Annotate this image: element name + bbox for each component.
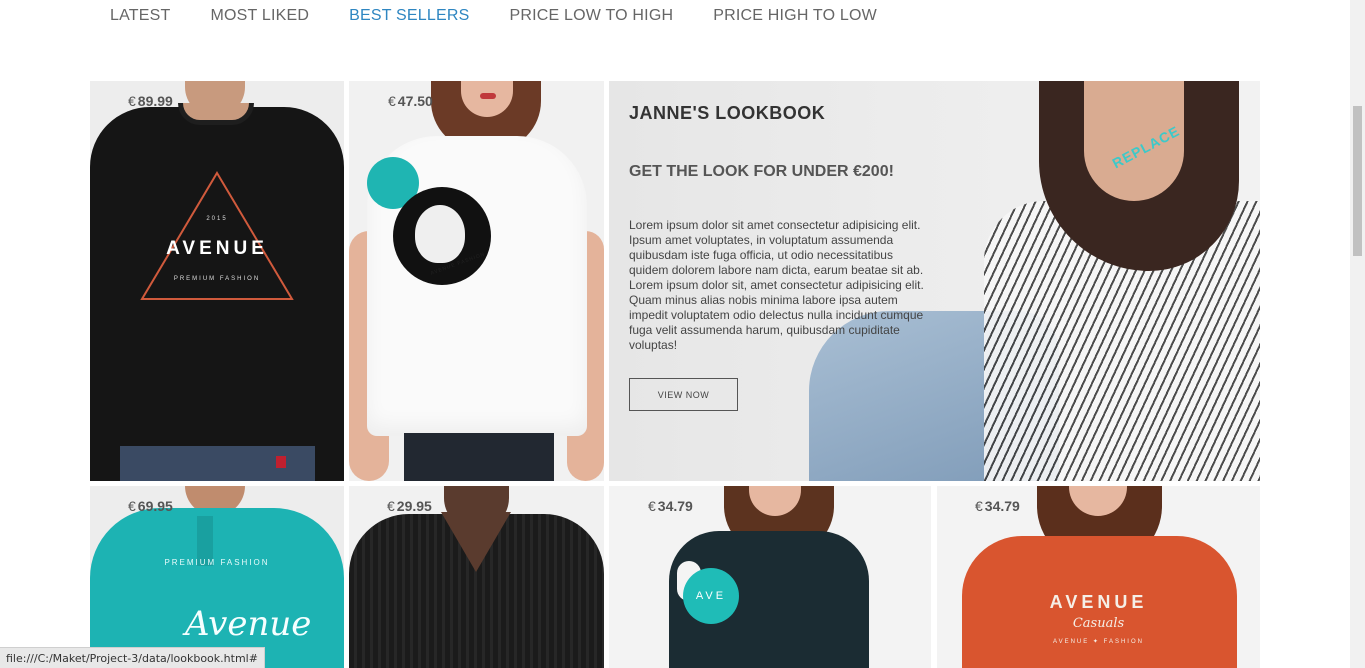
product-price: €69.95 [128, 498, 173, 514]
model-lips [480, 93, 496, 99]
print-year: 2015 [206, 216, 228, 222]
product-price: €29.95 [387, 498, 432, 514]
print-arc-text: PREMIUM FASHION [164, 558, 270, 567]
tab-best-sellers[interactable]: BEST SELLERS [349, 6, 469, 26]
product-card-black-sweater[interactable]: €29.95 [349, 486, 604, 668]
product-price: €34.79 [975, 498, 1020, 514]
sort-tabs: LATEST MOST LIKED BEST SELLERS PRICE LOW… [110, 6, 917, 26]
tab-latest[interactable]: LATEST [110, 6, 170, 26]
print-script: Casuals [1072, 616, 1125, 631]
print-brand: AVENUE [166, 238, 268, 259]
vertical-scrollbar[interactable] [1350, 0, 1365, 668]
product-card-orange-tee[interactable]: AVENUE Casuals AVENUE ✦ FASHION €34.79 [937, 486, 1260, 668]
product-price: €34.79 [648, 498, 693, 514]
print-subtitle: PREMIUM FASHION [173, 276, 261, 282]
print-subtitle: AVENUE ✦ FASHION [1053, 639, 1144, 645]
tab-price-low-to-high[interactable]: PRICE LOW TO HIGH [510, 6, 674, 26]
print-circle: AVE [683, 568, 739, 624]
model-jeans [404, 433, 554, 481]
product-price: €47.50 [388, 93, 433, 109]
product-card-teal-henley[interactable]: PREMIUM FASHION Avenue €69.95 [90, 486, 344, 668]
product-card-black-longsleeve[interactable]: 2015 AVENUE PREMIUM FASHION €89.99 [90, 81, 344, 481]
print-script: Avenue [185, 604, 312, 644]
lookbook-banner: REPLACE JANNE'S LOOKBOOK GET THE LOOK FO… [609, 81, 1260, 481]
scrollbar-thumb[interactable] [1353, 106, 1362, 256]
view-now-button[interactable]: VIEW NOW [629, 378, 738, 411]
browser-status-bar: file:///C:/Maket/Project-3/data/lookbook… [0, 647, 265, 668]
product-card-navy-tee[interactable]: AVE €34.79 [609, 486, 931, 668]
lookbook-subtitle: GET THE LOOK FOR UNDER €200! [629, 163, 894, 180]
shirt-collar [178, 103, 254, 125]
tab-price-high-to-low[interactable]: PRICE HIGH TO LOW [713, 6, 877, 26]
product-card-white-tee[interactable]: AVENUE FASHION €47.50 [349, 81, 604, 481]
lookbook-title: JANNE'S LOOKBOOK [629, 103, 826, 123]
product-price: €89.99 [128, 93, 173, 109]
product-image-shirt [90, 508, 344, 668]
label-tag [276, 456, 286, 468]
tab-most-liked[interactable]: MOST LIKED [210, 6, 309, 26]
lookbook-body: Lorem ipsum dolor sit amet consectetur a… [629, 218, 924, 352]
print-brand: AVENUE [1049, 592, 1148, 612]
page: LATEST MOST LIKED BEST SELLERS PRICE LOW… [0, 0, 1365, 668]
